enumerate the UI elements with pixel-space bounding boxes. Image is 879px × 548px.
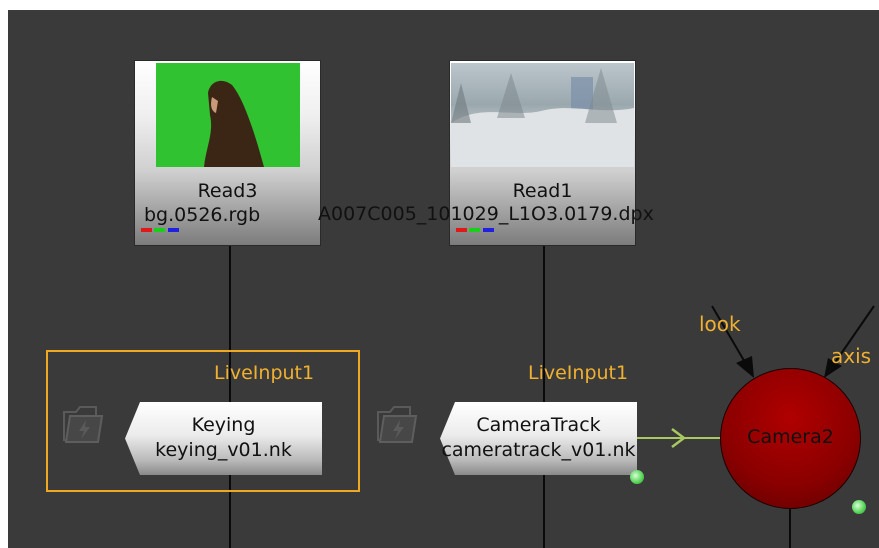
thumbnail-greenscreen — [156, 63, 300, 167]
nuke-app: Read3 bg.0526.rgb Read1 A007C005_101029_… — [0, 0, 879, 548]
camera-node[interactable]: Camera2 — [720, 368, 861, 509]
snow-trees — [451, 68, 634, 167]
output-dot[interactable] — [852, 500, 866, 514]
channel-blue — [483, 228, 494, 232]
thumbnail-snowy-forest — [451, 63, 634, 167]
channel-green — [469, 228, 480, 232]
camera-input-look: look — [699, 312, 741, 336]
live-input-label: LiveInput1 — [214, 362, 315, 384]
read-node-read3[interactable]: Read3 bg.0526.rgb — [134, 60, 321, 246]
channel-green — [154, 228, 165, 232]
camera-node-label: Camera2 — [747, 426, 834, 448]
folder-icon — [377, 406, 418, 443]
read-node-file: bg.0526.rgb — [144, 204, 261, 226]
live-input-node-cameratrack[interactable]: CameraTrack cameratrack_v01.nk — [440, 402, 637, 475]
node-graph[interactable]: Read3 bg.0526.rgb Read1 A007C005_101029_… — [8, 10, 879, 548]
live-input-name: CameraTrack — [476, 414, 601, 436]
camera-input-axis: axis — [831, 344, 872, 368]
figure-silhouette — [204, 80, 264, 167]
live-input-name: Keying — [191, 414, 256, 436]
channel-red — [141, 228, 152, 232]
live-input-node-keying[interactable]: Keying keying_v01.nk — [125, 402, 322, 475]
live-input-file: cameratrack_v01.nk — [441, 439, 636, 461]
folder-icon — [63, 406, 104, 443]
channel-blue — [168, 228, 179, 232]
channel-red — [456, 228, 467, 232]
live-input-label: LiveInput1 — [528, 362, 629, 384]
live-input-file: keying_v01.nk — [155, 439, 292, 461]
read-node-title: Read3 — [197, 180, 258, 202]
read-node-title: Read1 — [512, 180, 573, 202]
output-dot[interactable] — [630, 470, 644, 484]
read-node-file: A007C005_101029_L1O3.0179.dpx — [318, 203, 654, 225]
